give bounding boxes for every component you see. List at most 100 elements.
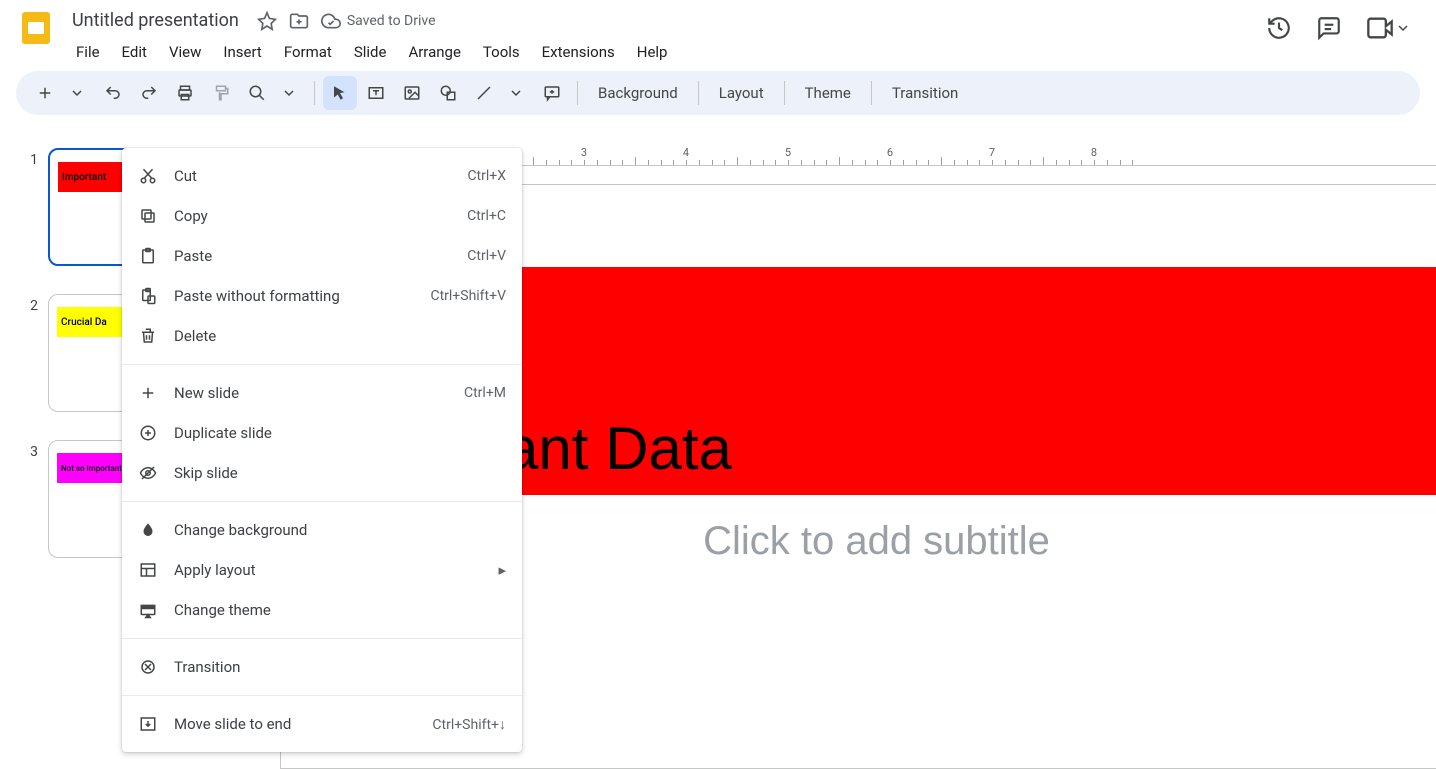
context-menu-label: Transition <box>174 658 490 676</box>
new-slide-dropdown[interactable] <box>60 76 94 110</box>
paste-icon <box>138 247 158 265</box>
menu-arrange[interactable]: Arrange <box>398 39 470 65</box>
menu-separator <box>122 364 522 365</box>
redo-button[interactable] <box>132 76 166 110</box>
menubar: File Edit View Insert Format Slide Arran… <box>66 39 1266 65</box>
paste-special-icon <box>138 287 158 305</box>
slides-logo[interactable] <box>16 8 56 48</box>
menu-extensions[interactable]: Extensions <box>532 39 625 65</box>
layout-button[interactable]: Layout <box>707 84 776 102</box>
shortcut-text: Ctrl+X <box>467 168 506 184</box>
context-menu-paste-without-formatting[interactable]: Paste without formatting Ctrl+Shift+V <box>122 276 522 316</box>
menu-insert[interactable]: Insert <box>213 39 271 65</box>
submenu-arrow-icon: ▸ <box>498 561 506 579</box>
toolbar-container: Background Layout Theme Transition <box>0 65 1436 121</box>
header: Untitled presentation Saved to Drive Fil… <box>0 0 1436 65</box>
context-menu-change-theme[interactable]: Change theme <box>122 590 522 630</box>
context-menu-label: Paste <box>174 247 451 265</box>
context-menu-label: Skip slide <box>174 464 490 482</box>
present-button[interactable] <box>1366 14 1408 42</box>
copy-icon <box>138 207 158 225</box>
context-menu-duplicate-slide[interactable]: Duplicate slide <box>122 413 522 453</box>
menu-format[interactable]: Format <box>274 39 342 65</box>
context-menu-label: Change theme <box>174 601 490 619</box>
context-menu-label: Move slide to end <box>174 715 416 733</box>
theme-button[interactable]: Theme <box>793 84 863 102</box>
menu-tools[interactable]: Tools <box>473 39 530 65</box>
water-icon <box>138 521 158 539</box>
comments-icon[interactable] <box>1316 15 1342 41</box>
slide-number: 2 <box>24 294 38 314</box>
context-menu-skip-slide[interactable]: Skip slide <box>122 453 522 493</box>
menu-file[interactable]: File <box>66 39 110 65</box>
history-icon[interactable] <box>1266 15 1292 41</box>
menu-slide[interactable]: Slide <box>344 39 397 65</box>
slide-number: 1 <box>24 148 38 168</box>
theme-icon <box>138 601 158 619</box>
separator <box>314 81 315 105</box>
star-icon[interactable] <box>257 11 277 31</box>
layout-icon <box>138 561 158 579</box>
line-dropdown[interactable] <box>499 76 533 110</box>
undo-button[interactable] <box>96 76 130 110</box>
slide-number: 3 <box>24 440 38 460</box>
ruler-label: 4 <box>683 146 689 159</box>
context-menu-label: New slide <box>174 384 448 402</box>
context-menu-label: Delete <box>174 327 490 345</box>
transition-button[interactable]: Transition <box>880 84 970 102</box>
paint-format-button[interactable] <box>204 76 238 110</box>
move-icon[interactable] <box>289 11 309 31</box>
context-menu-transition[interactable]: Transition <box>122 647 522 687</box>
print-button[interactable] <box>168 76 202 110</box>
menu-view[interactable]: View <box>159 39 211 65</box>
subtitle-placeholder: Click to add subtitle <box>703 519 1050 564</box>
menu-edit[interactable]: Edit <box>112 39 157 65</box>
menu-separator <box>122 501 522 502</box>
ruler-label: 7 <box>989 146 995 159</box>
image-tool[interactable] <box>395 76 429 110</box>
context-menu-apply-layout[interactable]: Apply layout ▸ <box>122 550 522 590</box>
context-menu-copy[interactable]: Copy Ctrl+C <box>122 196 522 236</box>
context-menu-move-slide-to-end[interactable]: Move slide to end Ctrl+Shift+↓ <box>122 704 522 744</box>
move-end-icon <box>138 715 158 733</box>
context-menu-label: Change background <box>174 521 490 539</box>
shortcut-text: Ctrl+V <box>467 248 506 264</box>
shortcut-text: Ctrl+C <box>467 208 506 224</box>
shortcut-text: Ctrl+Shift+↓ <box>432 716 506 733</box>
context-menu-label: Paste without formatting <box>174 287 414 305</box>
context-menu-label: Cut <box>174 167 451 185</box>
context-menu-cut[interactable]: Cut Ctrl+X <box>122 156 522 196</box>
zoom-dropdown[interactable] <box>272 76 306 110</box>
textbox-tool[interactable] <box>359 76 393 110</box>
select-tool[interactable] <box>323 76 357 110</box>
duplicate-icon <box>138 424 158 442</box>
header-right <box>1266 8 1420 42</box>
line-tool[interactable] <box>467 76 501 110</box>
context-menu-delete[interactable]: Delete <box>122 316 522 356</box>
separator <box>698 81 699 105</box>
title-area: Untitled presentation Saved to Drive Fil… <box>66 8 1266 65</box>
context-menu-label: Copy <box>174 207 451 225</box>
ruler-label: 5 <box>785 146 791 159</box>
ruler-label: 8 <box>1091 146 1097 159</box>
save-status[interactable]: Saved to Drive <box>321 11 436 31</box>
separator <box>784 81 785 105</box>
zoom-button[interactable] <box>240 76 274 110</box>
new-slide-button[interactable] <box>28 76 62 110</box>
context-menu-new-slide[interactable]: New slide Ctrl+M <box>122 373 522 413</box>
context-menu-paste[interactable]: Paste Ctrl+V <box>122 236 522 276</box>
menu-separator <box>122 638 522 639</box>
comment-tool[interactable] <box>535 76 569 110</box>
context-menu: Cut Ctrl+X Copy Ctrl+C Paste Ctrl+V Past… <box>122 148 522 752</box>
skip-icon <box>138 464 158 482</box>
background-button[interactable]: Background <box>586 84 690 102</box>
context-menu-label: Duplicate slide <box>174 424 490 442</box>
context-menu-change-background[interactable]: Change background <box>122 510 522 550</box>
toolbar: Background Layout Theme Transition <box>16 71 1420 115</box>
doc-title-input[interactable]: Untitled presentation <box>66 8 245 33</box>
delete-icon <box>138 327 158 345</box>
menu-help[interactable]: Help <box>627 39 678 65</box>
shape-tool[interactable] <box>431 76 465 110</box>
cut-icon <box>138 167 158 185</box>
context-menu-label: Apply layout <box>174 561 482 579</box>
